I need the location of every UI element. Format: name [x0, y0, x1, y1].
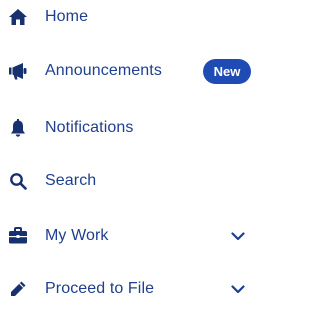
new-badge: New [203, 58, 251, 84]
home-icon [8, 7, 28, 27]
nav-item-search[interactable]: Search [0, 161, 253, 201]
nav-item-proceed-to-file[interactable]: Proceed to File [0, 269, 253, 309]
briefcase-icon [8, 226, 28, 246]
sidebar-nav: Home Announcements New Notifications Sea… [0, 0, 253, 300]
nav-item-label: Announcements [45, 62, 162, 79]
chevron-down-icon[interactable] [229, 280, 247, 298]
nav-item-label: Home [45, 8, 89, 25]
nav-item-home[interactable]: Home [0, 0, 253, 37]
nav-item-label: My Work [45, 227, 109, 244]
pencil-icon [8, 279, 28, 299]
nav-item-my-work[interactable]: My Work [0, 216, 253, 256]
nav-item-label: Notifications [45, 119, 134, 136]
chevron-down-icon[interactable] [229, 227, 247, 245]
nav-item-label: Proceed to File [45, 280, 155, 297]
megaphone-icon [8, 61, 28, 81]
nav-item-announcements[interactable]: Announcements New [0, 51, 253, 91]
nav-item-notifications[interactable]: Notifications [0, 108, 253, 148]
search-icon [8, 171, 28, 191]
nav-item-label: Search [45, 172, 97, 189]
bell-icon [8, 118, 28, 138]
